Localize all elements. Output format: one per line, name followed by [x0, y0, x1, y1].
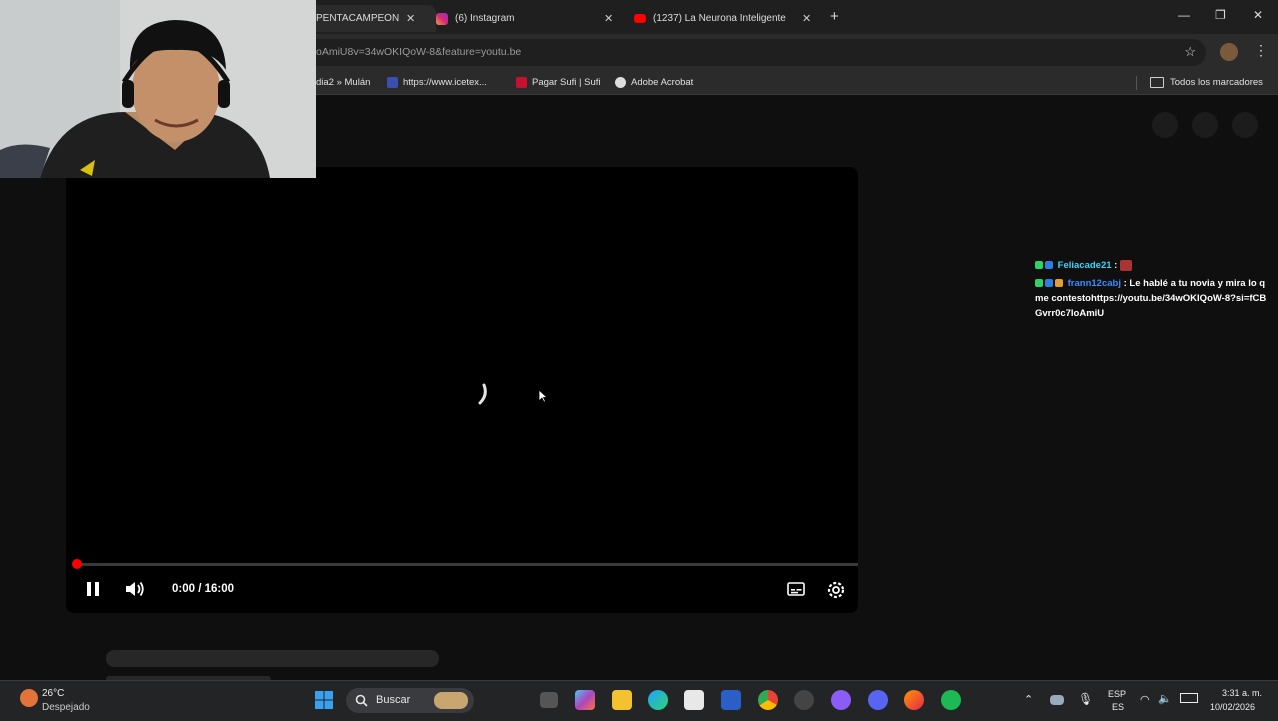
minimize-icon[interactable]: — [1178, 8, 1190, 22]
file-explorer-icon[interactable] [612, 690, 632, 710]
lang-bottom[interactable]: ES [1112, 702, 1124, 712]
emote-icon [1119, 259, 1132, 271]
weather-temp: 26°C [42, 688, 65, 699]
address-bar[interactable]: oAmiU8v=34wOKIQoW-8&feature=youtu.be ☆ [300, 39, 1206, 66]
settings-gear-icon[interactable] [825, 579, 847, 601]
badge-icon [1045, 279, 1053, 288]
chat-username: frann12cabj [1067, 278, 1121, 289]
chat-message: frann12cabj : Le hablé a tu novia y mira… [1035, 278, 1267, 319]
tab-title: PENTACAMPEÓN [316, 13, 400, 24]
firefox-icon[interactable] [904, 690, 924, 710]
discord-icon[interactable] [868, 690, 888, 710]
bookmark-item[interactable]: dia2 » Mulán [316, 77, 370, 88]
url-text: oAmiU8v=34wOKIQoW-8&feature=youtu.be [316, 46, 522, 58]
clock-date[interactable]: 10/02/2026 [1210, 702, 1255, 712]
badge-icon [1045, 261, 1053, 270]
clock-time[interactable]: 3:31 a. m. [1222, 688, 1262, 698]
bookmark-item[interactable]: https://www.icetex... [387, 77, 487, 88]
loading-spinner-icon [478, 383, 487, 405]
progress-scrubber[interactable] [72, 559, 82, 569]
windows-start-icon[interactable] [314, 690, 334, 710]
maximize-icon[interactable]: ❐ [1215, 8, 1226, 22]
bookmark-label: https://www.icetex... [403, 77, 487, 88]
twitch-app-icon[interactable] [831, 690, 851, 710]
time-display: 0:00 / 16:00 [172, 583, 235, 595]
badge-icon [1035, 261, 1043, 270]
webcam-overlay [0, 0, 316, 178]
edge-icon[interactable] [648, 690, 668, 710]
onedrive-icon[interactable] [1050, 695, 1064, 705]
volume-tray-icon[interactable]: 🔈 [1158, 692, 1172, 705]
streamer-webcam-image [0, 0, 316, 178]
menu-kebab-icon[interactable]: ⋮ [1254, 42, 1268, 59]
title-skeleton [106, 650, 439, 667]
word-icon[interactable] [721, 690, 741, 710]
profile-avatar[interactable] [1220, 43, 1238, 61]
instagram-icon [436, 12, 448, 25]
wifi-icon[interactable]: ◠ [1140, 693, 1150, 706]
all-bookmarks-folder[interactable]: Todos los marcadores [1150, 77, 1263, 88]
mouse-cursor-icon [538, 389, 548, 403]
bookmark-divider [1136, 76, 1137, 90]
chat-message: Feliacade21 : [1035, 258, 1271, 273]
bookmark-label: Pagar Sufi | Sufi [532, 77, 601, 88]
icetex-icon [387, 77, 398, 88]
video-player[interactable]: 0:00 / 16:00 [66, 167, 858, 613]
taskbar-search[interactable]: Buscar [346, 688, 474, 713]
store-icon[interactable] [684, 690, 704, 710]
weather-icon[interactable] [20, 689, 38, 707]
chat-overlay: Feliacade21 : frann12cabj : Le hablé a t… [1035, 258, 1271, 321]
copilot-icon[interactable] [575, 690, 595, 710]
bookmark-label: dia2 » Mulán [316, 77, 371, 88]
subtitles-icon[interactable] [786, 579, 806, 599]
close-icon[interactable]: ✕ [406, 12, 415, 25]
badge-icon [1055, 279, 1063, 288]
bookmark-label: Adobe Acrobat [631, 77, 694, 88]
volume-icon[interactable] [124, 579, 146, 599]
bookmark-label: Todos los marcadores [1170, 77, 1263, 88]
spotify-icon[interactable] [941, 690, 961, 710]
windows-taskbar: 26°C Despejado Buscar ⌃ 🎙 ESP ES ◠ 🔈 3:3… [0, 680, 1278, 721]
close-icon[interactable]: ✕ [604, 12, 613, 25]
close-window-icon[interactable]: ✕ [1253, 8, 1263, 22]
folder-icon [1150, 77, 1164, 88]
weather-desc: Despejado [42, 702, 90, 713]
youtube-icon [634, 14, 646, 23]
badge-icon [1035, 279, 1043, 288]
bookmark-star-icon[interactable]: ☆ [1184, 44, 1196, 60]
tab-title: (6) Instagram [455, 13, 515, 24]
battery-icon[interactable] [1180, 693, 1198, 703]
header-button-placeholder[interactable] [1192, 112, 1218, 138]
microphone-icon[interactable]: 🎙 [1078, 692, 1093, 706]
tab-title: (1237) La Neurona Inteligente [653, 13, 786, 24]
bookmark-item[interactable]: Pagar Sufi | Sufi [516, 77, 600, 88]
task-view-icon[interactable] [540, 692, 558, 708]
tab-pentacampeon[interactable]: PENTACAMPEÓN ✕ [304, 5, 436, 32]
chevron-up-icon[interactable]: ⌃ [1024, 693, 1033, 706]
search-highlight-icon [434, 692, 468, 709]
header-button-placeholder[interactable] [1232, 112, 1258, 138]
search-label: Buscar [376, 694, 411, 706]
header-button-placeholder[interactable] [1152, 112, 1178, 138]
close-icon[interactable]: ✕ [802, 12, 811, 25]
bookmark-item[interactable]: Adobe Acrobat [615, 77, 693, 88]
new-tab-icon[interactable]: + [830, 8, 839, 25]
pause-icon[interactable] [86, 579, 100, 599]
tab-youtube[interactable]: (1237) La Neurona Inteligente ✕ [626, 5, 826, 32]
chrome-icon[interactable] [758, 690, 778, 710]
tab-instagram[interactable]: (6) Instagram ✕ [428, 5, 628, 32]
progress-bar[interactable] [76, 563, 858, 566]
chat-username: Feliacade21 [1057, 260, 1112, 271]
globe-icon [615, 77, 626, 88]
sufi-icon [516, 77, 527, 88]
obs-icon[interactable] [794, 690, 814, 710]
lang-top[interactable]: ESP [1108, 689, 1126, 699]
search-icon [355, 694, 368, 707]
